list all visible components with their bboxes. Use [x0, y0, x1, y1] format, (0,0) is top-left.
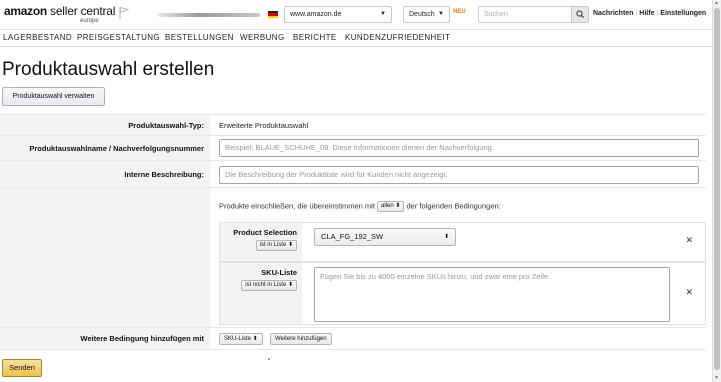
remove-condition-icon[interactable]: ✕	[685, 287, 693, 298]
add-condition-value: SKU-Liste	[224, 336, 252, 342]
send-button[interactable]: Senden	[2, 359, 42, 377]
nav-pricing[interactable]: PREISGESTALTUNG	[77, 33, 160, 42]
description-input[interactable]: Die Beschreibung der Produktliste wird f…	[219, 166, 699, 184]
main-nav: LAGERBESTAND PREISGESTALTUNG BESTELLUNGE…	[0, 30, 712, 47]
top-links: Nachrichten | Hilfe | Einstellungen	[593, 10, 707, 17]
scroll-up-icon[interactable]: ▲	[714, 0, 719, 6]
link-messages[interactable]: Nachrichten	[593, 10, 633, 17]
row-description: Interne Beschreibung: Die Beschreibung d…	[0, 161, 706, 188]
match-value: allen	[381, 203, 394, 209]
conditions-intro-after: der folgenden Bedingungen:	[406, 201, 501, 211]
match-select[interactable]: allen ⬍	[377, 201, 405, 212]
search-button[interactable]	[571, 7, 588, 22]
selection-type-value: Erweiterte Produktauswahl	[219, 121, 309, 130]
operator-select[interactable]: ist nicht in Liste ⬍	[241, 280, 297, 291]
marketplace-value: www.amazon.de	[290, 11, 342, 18]
name-input[interactable]: Beispiel: BLAUE_SCHUHE_08. Diese Informa…	[219, 139, 699, 157]
nav-performance[interactable]: KUNDENZUFRIEDENHEIT	[345, 33, 450, 42]
condition-sku-list: SKU-Liste ist nicht in Liste ⬍ Fügen Sie…	[219, 262, 706, 325]
operator-value: ist nicht in Liste	[245, 282, 287, 288]
flag-icon[interactable]	[118, 6, 130, 20]
language-value: Deutsch	[409, 11, 435, 18]
nav-reports[interactable]: BERICHTE	[293, 33, 337, 42]
page-title: Produktauswahl erstellen	[2, 59, 215, 80]
product-selection-select[interactable]: CLA_FG_192_SW ⬍	[314, 228, 456, 246]
top-bar: amazon seller central europe www.amazon.…	[0, 0, 712, 30]
conditions-intro: Produkte einschließen, die übereinstimme…	[219, 201, 501, 212]
row-add-condition: Weitere Bedingung hinzufügen mit SKU-Lis…	[0, 328, 706, 350]
operator-value: ist in Liste	[259, 242, 287, 248]
search-icon	[576, 10, 584, 18]
condition-product-selection: Product Selection ist in Liste ⬍ CLA_FG_…	[219, 222, 706, 262]
loading-indicator	[268, 358, 270, 360]
chevron-down-icon: ▼	[380, 11, 386, 17]
scrollbar-thumb[interactable]	[714, 8, 720, 370]
condition-label: Product Selection	[233, 228, 297, 237]
conditions-intro-before: Produkte einschließen, die übereinstimme…	[219, 201, 375, 211]
link-settings[interactable]: Einstellungen	[660, 10, 706, 17]
product-selection-value: CLA_FG_192_SW	[321, 232, 384, 241]
search-input[interactable]: Suchen	[484, 7, 508, 22]
scrollbar[interactable]: ▲ ▼	[712, 0, 721, 382]
chevron-updown-icon: ⬍	[443, 234, 449, 240]
selection-type-label: Produktauswahl-Typ:	[128, 121, 204, 130]
add-more-button[interactable]: Weitere hinzufügen	[270, 333, 332, 345]
add-condition-label: Weitere Bedingung hinzufügen mit	[80, 334, 204, 343]
manage-selection-button[interactable]: Produktauswahl verwalten	[2, 87, 105, 106]
condition-label: SKU-Liste	[261, 268, 297, 277]
operator-select[interactable]: ist in Liste ⬍	[255, 240, 297, 251]
logo-brand: amazon	[4, 4, 47, 18]
language-select[interactable]: Deutsch ▼	[403, 6, 450, 23]
add-condition-select[interactable]: SKU-Liste ⬍	[219, 333, 263, 345]
logo-product: seller central	[46, 4, 116, 18]
row-selection-type: Produktauswahl-Typ: Erweiterte Produktau…	[0, 114, 706, 136]
link-help[interactable]: Hilfe	[639, 10, 654, 17]
sku-list-textarea[interactable]: Fügen Sie bis zu 4000 einzelne SKUs hinz…	[314, 267, 670, 322]
description-label: Interne Beschreibung:	[124, 170, 204, 179]
account-name-redacted[interactable]	[158, 13, 260, 17]
row-name: Produktauswahlname / Nachverfolgungsnumm…	[0, 136, 706, 161]
nav-orders[interactable]: BESTELLUNGEN	[165, 33, 234, 42]
seller-central-logo[interactable]: amazon seller central	[4, 5, 115, 17]
nav-advertising[interactable]: WERBUNG	[240, 33, 285, 42]
remove-condition-icon[interactable]: ✕	[685, 235, 693, 246]
scroll-down-icon[interactable]: ▼	[714, 375, 719, 381]
new-badge: NEU	[453, 9, 466, 15]
name-label: Produktauswahlname / Nachverfolgungsnumm…	[29, 144, 204, 153]
search-box[interactable]: Suchen	[478, 6, 589, 23]
nav-inventory[interactable]: LAGERBESTAND	[3, 33, 72, 42]
germany-flag-icon	[268, 11, 278, 18]
marketplace-select[interactable]: www.amazon.de ▼	[284, 6, 392, 23]
logo-region: europe	[80, 18, 99, 24]
chevron-down-icon: ▼	[438, 11, 444, 17]
